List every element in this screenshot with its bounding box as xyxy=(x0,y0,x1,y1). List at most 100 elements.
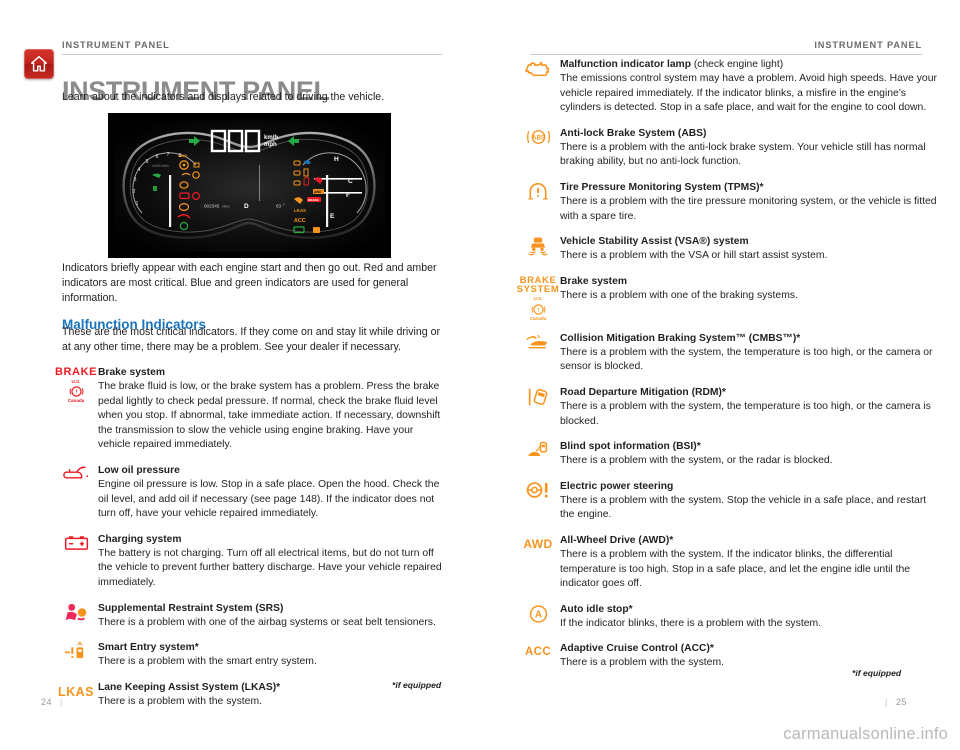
srs-airbag-icon xyxy=(56,602,96,622)
list-item: BRAKE SYSTEM U.S. ! Canada Brake system … xyxy=(517,275,910,321)
svg-text:002345: 002345 xyxy=(204,204,220,209)
indicator-list-right: Malfunction indicator lamp (check engine… xyxy=(517,58,937,682)
svg-text:x1000 r/min: x1000 r/min xyxy=(152,164,169,168)
charging-system-icon xyxy=(56,533,96,551)
indicator-description: There is a problem with the VSA or hill … xyxy=(560,250,828,262)
svg-text:F: F xyxy=(283,203,285,207)
svg-text:E: E xyxy=(330,213,335,220)
svg-text:ABS: ABS xyxy=(532,134,545,141)
list-item: A Auto idle stop* If the indicator blink… xyxy=(518,603,910,632)
acc-text: ACC xyxy=(524,646,552,659)
svg-text:km/h: km/h xyxy=(264,135,278,141)
awd-text: AWD xyxy=(523,536,553,551)
indicator-description: There is a problem with the system. xyxy=(98,695,263,707)
low-oil-pressure-icon xyxy=(56,464,96,481)
electric-power-steering-icon xyxy=(518,480,558,499)
svg-text:63: 63 xyxy=(276,204,282,209)
svg-text:H: H xyxy=(334,156,339,163)
svg-text:7: 7 xyxy=(167,152,170,158)
list-item: BRAKE U.S. ! Canada Brake system The bra… xyxy=(55,366,448,453)
folio-separator: | xyxy=(885,697,888,707)
indicator-title: Low oil pressure xyxy=(98,464,180,476)
acc-icon: ACC xyxy=(518,642,558,658)
page-number-right-value: 25 xyxy=(895,697,907,707)
section-paragraph: These are the most critical indicators. … xyxy=(62,326,441,353)
list-item: Low oil pressure Engine oil pressure is … xyxy=(56,464,448,522)
auto-idle-stop-icon: A xyxy=(518,603,558,624)
svg-text:1: 1 xyxy=(136,201,139,207)
indicator-title-regular: (check engine light) xyxy=(691,59,784,70)
indicator-title-bold: Malfunction indicator lamp xyxy=(560,59,692,70)
indicator-title: Smart Entry system* xyxy=(98,642,199,654)
indicator-description: There is a problem with one of the braki… xyxy=(560,289,798,301)
indicator-description: There is a problem with the system. Stop… xyxy=(560,494,927,521)
indicator-title: Malfunction indicator lamp (check engine… xyxy=(560,58,943,72)
brake-region-us: U.S. xyxy=(533,295,543,301)
indicator-description: There is a problem with one of the airba… xyxy=(98,616,436,628)
body-paragraph: Indicators briefly appear with each engi… xyxy=(62,262,437,304)
indicator-description: The emissions control system may have a … xyxy=(560,73,937,114)
divider-right xyxy=(530,54,922,55)
list-item: Electric power steering There is a probl… xyxy=(518,480,926,523)
svg-text:LKAS: LKAS xyxy=(294,208,306,213)
indicator-title: Vehicle Stability Assist (VSA®) system xyxy=(560,236,749,248)
indicator-title: Brake system xyxy=(98,367,165,378)
svg-text:3: 3 xyxy=(134,177,137,183)
indicator-title: Road Departure Mitigation (RDM)* xyxy=(560,386,726,398)
indicator-description: The brake fluid is low, or the brake sys… xyxy=(98,381,441,451)
list-item: Smart Entry system* There is a problem w… xyxy=(56,641,448,670)
indicator-description: There is a problem with the system, or t… xyxy=(560,455,833,467)
brake-circle-icon: ! xyxy=(69,386,83,397)
indicator-description: Engine oil pressure is low. Stop in a sa… xyxy=(98,478,440,520)
svg-text:miles: miles xyxy=(222,205,230,209)
brake-region-canada: Canada xyxy=(529,315,547,321)
breadcrumb-left: INSTRUMENT PANEL xyxy=(62,40,170,50)
indicator-title: Electric power steering xyxy=(560,480,674,492)
svg-text:D: D xyxy=(244,203,249,210)
list-item: Collision Mitigation Braking System™ (CM… xyxy=(518,332,933,375)
brake-system-warning-icon: BRAKE U.S. ! Canada xyxy=(55,366,97,404)
svg-text:AWD: AWD xyxy=(178,153,187,158)
list-item: Vehicle Stability Assist (VSA®) system T… xyxy=(518,235,910,264)
list-item: Malfunction indicator lamp (check engine… xyxy=(518,58,937,116)
site-watermark: carmanualsonline.info xyxy=(783,725,948,743)
svg-text:BRAKE: BRAKE xyxy=(308,198,319,202)
indicator-title: All-Wheel Drive (AWD)* xyxy=(560,534,674,546)
indicator-title: Anti-lock Brake System (ABS) xyxy=(560,127,707,139)
footnote-left: *if equipped xyxy=(392,680,442,690)
svg-text:2: 2 xyxy=(133,189,136,195)
smart-entry-icon xyxy=(56,641,96,661)
home-icon[interactable] xyxy=(24,49,54,79)
indicator-title: Charging system xyxy=(98,533,182,545)
brake-system-icon: BRAKE SYSTEM U.S. ! Canada xyxy=(517,275,559,321)
cmbs-icon xyxy=(518,332,558,351)
list-item: AWD All-Wheel Drive (AWD)* There is a pr… xyxy=(518,534,910,592)
indicator-description: If the indicator blinks, there is a prob… xyxy=(560,617,822,629)
list-item: Blind spot information (BSI)* There is a… xyxy=(518,440,910,469)
list-item: Supplemental Restraint System (SRS) Ther… xyxy=(56,602,448,631)
page-number-left: 24 | xyxy=(41,697,71,707)
indicator-title: Tire Pressure Monitoring System (TPMS)* xyxy=(560,181,764,193)
indicator-description: There is a problem with the anti-lock br… xyxy=(560,141,926,168)
indicator-title: Supplemental Restraint System (SRS) xyxy=(98,602,284,614)
manual-page: INSTRUMENT PANEL INSTRUMENT PANEL INSTRU… xyxy=(0,0,960,750)
breadcrumb-right: INSTRUMENT PANEL xyxy=(814,40,922,50)
indicator-title: Blind spot information (BSI)* xyxy=(560,441,701,453)
tpms-icon xyxy=(518,181,558,201)
list-item: LKAS Lane Keeping Assist System (LKAS)* … xyxy=(56,681,448,710)
page-intro: Learn about the indicators and displays … xyxy=(62,91,385,103)
awd-icon: AWD xyxy=(518,534,558,551)
svg-text:A: A xyxy=(534,609,541,620)
indicator-title: Brake system xyxy=(560,275,627,287)
vsa-icon xyxy=(518,235,558,256)
brake-circle-icon: ! xyxy=(531,304,545,315)
svg-text:AWD: AWD xyxy=(314,190,322,194)
svg-text:6: 6 xyxy=(156,154,159,160)
page-number-right: | 25 xyxy=(877,697,907,707)
rdm-icon xyxy=(518,386,558,407)
indicator-title: Auto idle stop* xyxy=(560,603,633,615)
list-item: ABS Anti-lock Brake System (ABS) There i… xyxy=(518,127,926,170)
indicator-description: There is a problem with the system. If t… xyxy=(560,548,911,590)
instrument-cluster-image: km/h mph 123 456 78 x1000 r/min H C F E … xyxy=(108,113,391,258)
footnote-right: *if equipped xyxy=(852,668,902,678)
